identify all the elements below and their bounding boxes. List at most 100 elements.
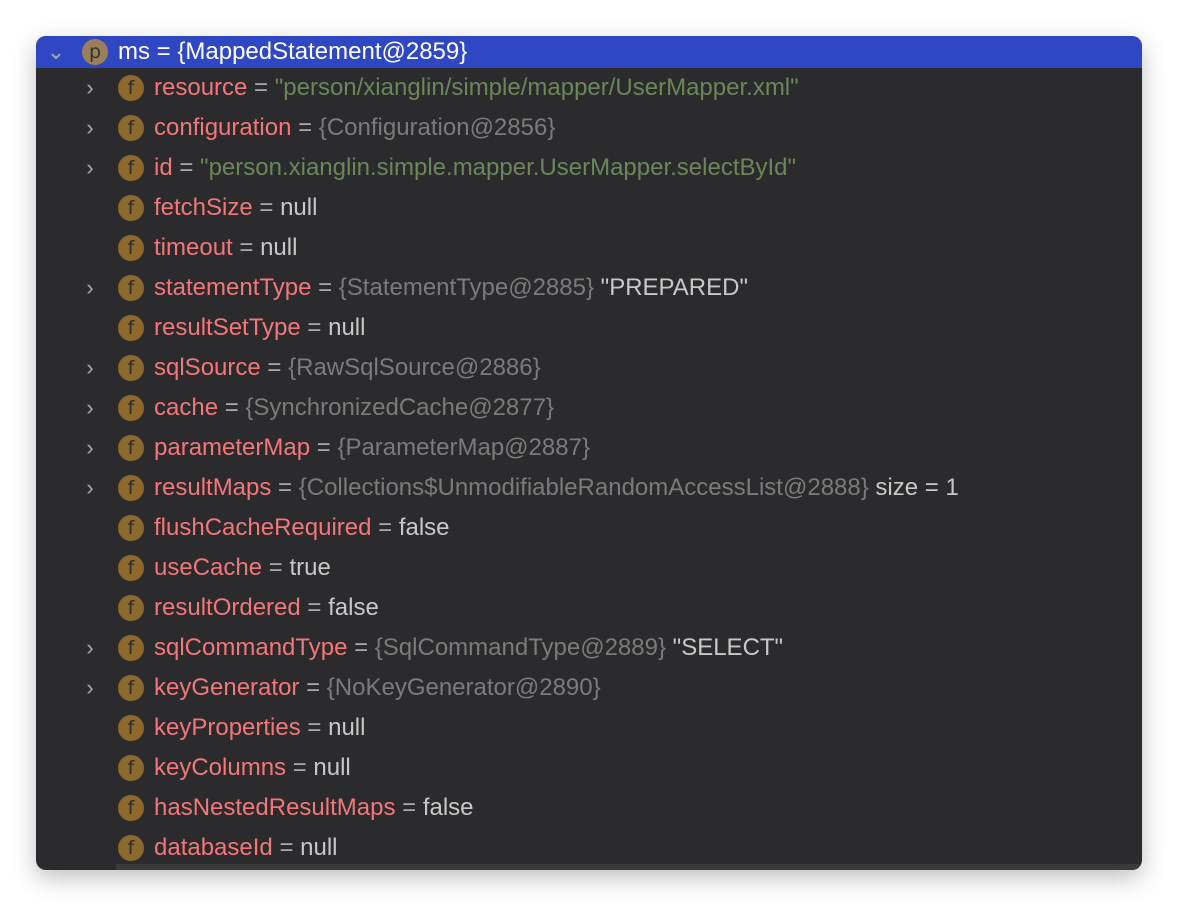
field-value: {RawSqlSource@2886} xyxy=(288,354,541,381)
field-extra: "SELECT" xyxy=(672,634,784,661)
chevron-right-icon[interactable]: › xyxy=(80,75,100,101)
chevron-right-icon[interactable]: › xyxy=(80,115,100,141)
chevron-right-icon[interactable]: › xyxy=(80,675,100,701)
field-value: "person.xianglin.simple.mapper.UserMappe… xyxy=(200,154,797,181)
field-value: null xyxy=(328,714,366,741)
tree-node-resultOrdered[interactable]: f resultOrdered = false xyxy=(36,588,1142,628)
tree-node-useCache[interactable]: f useCache = true xyxy=(36,548,1142,588)
chevron-down-icon[interactable]: ⌄ xyxy=(46,39,66,65)
field-name: parameterMap xyxy=(154,434,311,461)
field-name: databaseId xyxy=(154,834,273,861)
field-name: cache xyxy=(154,394,219,421)
tree-node-keyColumns[interactable]: f keyColumns = null xyxy=(36,748,1142,788)
field-value: {ParameterMap@2887} xyxy=(337,434,590,461)
field-name: resultSetType xyxy=(154,314,301,341)
field-value: {NoKeyGenerator@2890} xyxy=(326,674,601,701)
field-value: false xyxy=(328,594,379,621)
tree-node-keyProperties[interactable]: f keyProperties = null xyxy=(36,708,1142,748)
field-value: {StatementType@2885} xyxy=(338,274,594,301)
horizontal-scrollbar[interactable] xyxy=(116,864,1142,870)
field-name: configuration xyxy=(154,114,292,141)
parameter-icon: p xyxy=(82,39,108,65)
chevron-right-icon[interactable]: › xyxy=(80,395,100,421)
field-extra: size = 1 xyxy=(875,474,959,501)
tree-node-statementType[interactable]: › f statementType = {StatementType@2885} … xyxy=(36,268,1142,308)
field-name: id xyxy=(154,154,173,181)
chevron-right-icon[interactable]: › xyxy=(80,355,100,381)
field-value: null xyxy=(300,834,338,861)
field-icon: f xyxy=(118,75,144,101)
field-name: resultMaps xyxy=(154,474,272,501)
field-icon: f xyxy=(118,155,144,181)
field-value: null xyxy=(313,754,351,781)
tree-node-parameterMap[interactable]: › f parameterMap = {ParameterMap@2887} xyxy=(36,428,1142,468)
field-icon: f xyxy=(118,435,144,461)
field-name: sqlSource xyxy=(154,354,261,381)
tree-node-fetchSize[interactable]: f fetchSize = null xyxy=(36,188,1142,228)
field-icon: f xyxy=(118,635,144,661)
field-icon: f xyxy=(118,795,144,821)
field-extra: "PREPARED" xyxy=(600,274,748,301)
field-icon: f xyxy=(118,755,144,781)
variable-name: ms xyxy=(118,38,150,65)
field-icon: f xyxy=(118,475,144,501)
field-icon: f xyxy=(118,195,144,221)
field-name: flushCacheRequired xyxy=(154,514,372,541)
field-icon: f xyxy=(118,355,144,381)
tree-node-id[interactable]: › f id = "person.xianglin.simple.mapper.U… xyxy=(36,148,1142,188)
field-name: keyColumns xyxy=(154,754,287,781)
field-name: resource xyxy=(154,74,248,101)
field-icon: f xyxy=(118,395,144,421)
tree-node-timeout[interactable]: f timeout = null xyxy=(36,228,1142,268)
field-value: null xyxy=(280,194,318,221)
chevron-right-icon[interactable]: › xyxy=(80,155,100,181)
field-icon: f xyxy=(118,235,144,261)
tree-node-databaseId[interactable]: f databaseId = null xyxy=(36,828,1142,868)
variable-value: {MappedStatement@2859} xyxy=(177,38,468,65)
field-icon: f xyxy=(118,595,144,621)
tree-node-sqlSource[interactable]: › f sqlSource = {RawSqlSource@2886} xyxy=(36,348,1142,388)
tree-node-resultMaps[interactable]: › f resultMaps = {Collections$Unmodifiabl… xyxy=(36,468,1142,508)
field-icon: f xyxy=(118,315,144,341)
field-value: {SynchronizedCache@2877} xyxy=(245,394,554,421)
field-icon: f xyxy=(118,515,144,541)
tree-node-configuration[interactable]: › f configuration = {Configuration@2856} xyxy=(36,108,1142,148)
field-icon: f xyxy=(118,555,144,581)
field-name: statementType xyxy=(154,274,312,301)
field-value: "person/xianglin/simple/mapper/UserMappe… xyxy=(274,74,799,101)
field-name: hasNestedResultMaps xyxy=(154,794,396,821)
field-name: sqlCommandType xyxy=(154,634,348,661)
chevron-right-icon[interactable]: › xyxy=(80,275,100,301)
field-value: {SqlCommandType@2889} xyxy=(374,634,666,661)
field-value: {Collections$UnmodifiableRandomAccessLis… xyxy=(298,474,869,501)
field-value: false xyxy=(398,514,450,541)
field-value: false xyxy=(422,794,474,821)
field-icon: f xyxy=(118,115,144,141)
field-icon: f xyxy=(118,715,144,741)
chevron-right-icon[interactable]: › xyxy=(80,635,100,661)
tree-node-sqlCommandType[interactable]: › f sqlCommandType = {SqlCommandType@2889… xyxy=(36,628,1142,668)
field-name: keyGenerator xyxy=(154,674,300,701)
tree-node-cache[interactable]: › f cache = {SynchronizedCache@2877} xyxy=(36,388,1142,428)
field-icon: f xyxy=(118,675,144,701)
field-icon: f xyxy=(118,275,144,301)
chevron-right-icon[interactable]: › xyxy=(80,475,100,501)
chevron-right-icon[interactable]: › xyxy=(80,435,100,461)
tree-node-ms[interactable]: ⌄ p ms = {MappedStatement@2859} xyxy=(36,36,1142,68)
field-name: useCache xyxy=(154,554,263,581)
field-value: null xyxy=(260,234,298,261)
field-icon: f xyxy=(118,835,144,861)
tree-node-resultSetType[interactable]: f resultSetType = null xyxy=(36,308,1142,348)
debugger-variables-tree: ⌄ p ms = {MappedStatement@2859} › f resou… xyxy=(36,36,1142,870)
field-name: resultOrdered xyxy=(154,594,301,621)
tree-node-resource[interactable]: › f resource = "person/xianglin/simple/ma… xyxy=(36,68,1142,108)
tree-node-keyGenerator[interactable]: › f keyGenerator = {NoKeyGenerator@2890} xyxy=(36,668,1142,708)
tree-node-hasNestedResultMaps[interactable]: f hasNestedResultMaps = false xyxy=(36,788,1142,828)
field-value: true xyxy=(289,554,331,581)
field-name: fetchSize xyxy=(154,194,253,221)
field-name: timeout xyxy=(154,234,233,261)
field-value: null xyxy=(328,314,366,341)
field-name: keyProperties xyxy=(154,714,301,741)
tree-node-flushCacheRequired[interactable]: f flushCacheRequired = false xyxy=(36,508,1142,548)
field-value: {Configuration@2856} xyxy=(318,114,556,141)
